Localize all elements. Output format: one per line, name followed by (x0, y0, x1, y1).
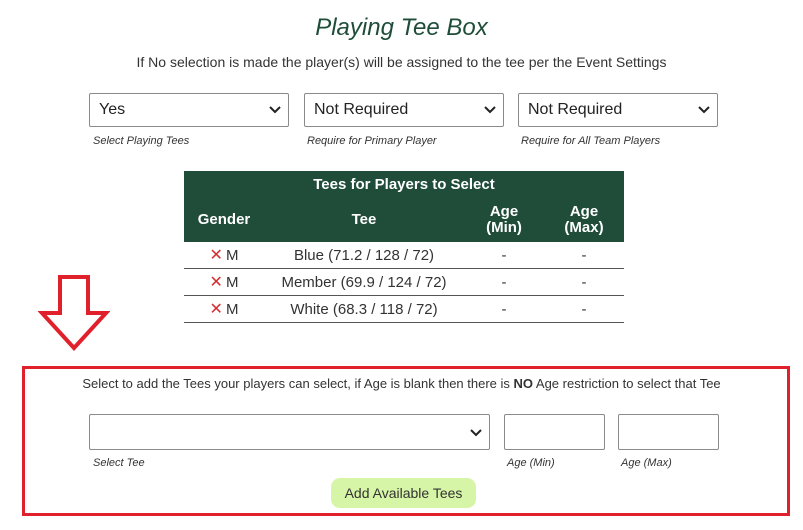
close-icon[interactable]: ✕ (210, 274, 223, 291)
age-max-cell: - (544, 268, 624, 296)
playing-tees-label: Select Playing Tees (93, 135, 190, 147)
column-age-max: Age (Max) (544, 198, 624, 242)
tees-table-caption: Tees for Players to Select (184, 171, 624, 198)
team-players-value: Not Required (528, 101, 623, 118)
gender-cell: ✕ M (184, 242, 264, 269)
age-max-cell: - (544, 242, 624, 269)
age-min-label: Age (Min) (507, 457, 555, 469)
tee-cell: Member (69.9 / 124 / 72) (264, 268, 464, 296)
close-icon[interactable]: ✕ (210, 301, 223, 318)
age-min-cell: - (464, 242, 544, 269)
close-icon[interactable]: ✕ (210, 247, 223, 264)
gender-value: M (225, 274, 239, 291)
age-max-cell: - (544, 295, 624, 323)
select-tee-label: Select Tee (93, 457, 145, 469)
column-tee: Tee (264, 198, 464, 242)
select-tee-dropdown[interactable] (89, 414, 490, 450)
instruction-pre: Select to add the Tees your players can … (82, 376, 514, 391)
chevron-down-icon (470, 429, 482, 437)
chevron-down-icon (269, 106, 281, 114)
primary-player-label: Require for Primary Player (307, 135, 437, 147)
table-row: ✕ M Blue (71.2 / 128 / 72) - - (184, 242, 624, 269)
instruction-bold: NO (513, 376, 534, 391)
tee-cell: Blue (71.2 / 128 / 72) (264, 242, 464, 269)
column-gender: Gender (184, 198, 264, 242)
gender-cell: ✕ M (184, 268, 264, 296)
tee-cell: White (68.3 / 118 / 72) (264, 295, 464, 323)
gender-cell: ✕ M (184, 295, 264, 323)
chevron-down-icon (698, 106, 710, 114)
column-age-max-line1: Age (569, 203, 599, 220)
primary-player-value: Not Required (314, 101, 409, 118)
column-age-min-line2: (Min) (486, 219, 522, 236)
instruction-post: Age restriction to select that Tee (533, 376, 721, 391)
gender-value: M (225, 301, 239, 318)
arrow-down-icon (38, 275, 110, 351)
column-age-max-line2: (Max) (564, 219, 604, 236)
add-tees-instruction: Select to add the Tees your players can … (0, 376, 803, 391)
table-row: ✕ M White (68.3 / 118 / 72) - - (184, 295, 624, 323)
column-age-min: Age (Min) (464, 198, 544, 242)
team-players-label: Require for All Team Players (521, 135, 661, 147)
table-row: ✕ M Member (69.9 / 124 / 72) - - (184, 268, 624, 296)
age-min-cell: - (464, 268, 544, 296)
team-players-select[interactable]: Not Required (518, 93, 718, 127)
page-subtitle: If No selection is made the player(s) wi… (136, 54, 667, 70)
tees-table: Tees for Players to Select Gender Tee Ag… (184, 171, 624, 323)
age-max-label: Age (Max) (621, 457, 672, 469)
playing-tees-value: Yes (99, 101, 126, 118)
playing-tees-select[interactable]: Yes (89, 93, 289, 127)
gender-value: M (225, 247, 239, 264)
page-title: Playing Tee Box (315, 14, 488, 41)
chevron-down-icon (484, 106, 496, 114)
age-max-input[interactable] (618, 414, 719, 450)
column-age-min-line1: Age (489, 203, 519, 220)
age-min-cell: - (464, 295, 544, 323)
primary-player-select[interactable]: Not Required (304, 93, 504, 127)
age-min-input[interactable] (504, 414, 605, 450)
add-available-tees-button[interactable]: Add Available Tees (331, 478, 476, 508)
